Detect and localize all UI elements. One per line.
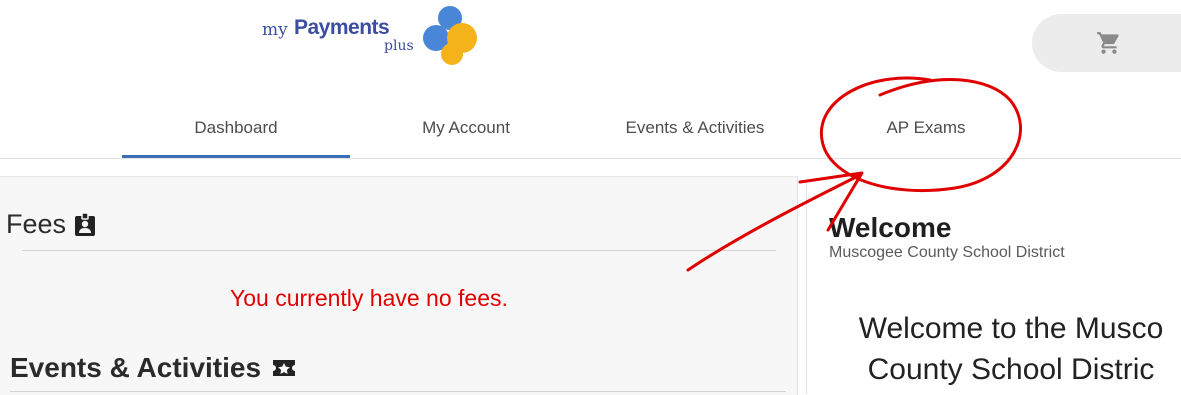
logo-mark-icon (423, 6, 477, 65)
fees-divider (22, 250, 776, 251)
logo-text-my: my (262, 20, 288, 40)
tab-dashboard[interactable]: Dashboard (122, 100, 350, 158)
events-heading: Events & Activities (10, 352, 297, 384)
tab-ap-exams[interactable]: AP Exams (808, 100, 1044, 156)
fees-heading: Fees (6, 209, 96, 240)
fees-title-text: Fees (6, 209, 67, 239)
main-nav-tabs: Dashboard My Account Events & Activities… (0, 100, 1181, 159)
welcome-message-line-2: County School Distric (867, 353, 1155, 386)
tab-my-account[interactable]: My Account (350, 100, 582, 156)
logo-text-plus: plus (384, 38, 414, 54)
tab-events-activities[interactable]: Events & Activities (582, 100, 808, 156)
events-title-text: Events & Activities (10, 352, 262, 383)
events-divider (10, 391, 786, 392)
welcome-message: Welcome to the Musco County School Distr… (831, 308, 1181, 390)
logo-text-payments: Payments (294, 16, 390, 39)
welcome-title: Welcome (829, 212, 952, 243)
welcome-panel: Welcome Muscogee County School District … (806, 182, 1181, 394)
dashboard-main-panel: Fees You currently have no fees. Events … (0, 176, 798, 395)
ticket-star-icon (273, 360, 296, 376)
welcome-district-subtitle: Muscogee County School District (829, 244, 1065, 261)
shopping-cart-icon[interactable] (1096, 30, 1122, 56)
no-fees-message: You currently have no fees. (230, 285, 508, 311)
id-badge-icon (75, 212, 96, 236)
welcome-message-line-1: Welcome to the Musco (858, 312, 1164, 345)
mypaymentsplus-logo[interactable]: my Payments plus (262, 4, 492, 68)
